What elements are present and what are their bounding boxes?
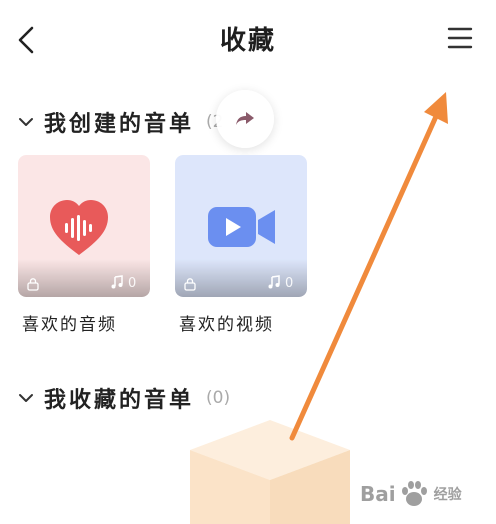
- section-collected-label: 我收藏的音单: [44, 388, 195, 413]
- section-created-label: 我创建的音单: [44, 112, 195, 137]
- playlist-card-liked-audio[interactable]: 0: [18, 155, 150, 297]
- lock-icon: [27, 278, 39, 291]
- video-camera-icon: [207, 203, 277, 251]
- playlist-track-count: 0: [285, 276, 294, 291]
- chevron-down-icon: [16, 388, 36, 408]
- playlist-title-liked-audio[interactable]: 喜欢的音频: [22, 310, 117, 335]
- playlist-cover: 0: [18, 155, 150, 297]
- top-bar: 收藏: [0, 0, 496, 80]
- watermark-text: Bai: [360, 482, 396, 506]
- music-note-icon: [111, 275, 123, 289]
- chevron-down-icon: [16, 112, 36, 132]
- baidu-watermark: Bai 经验: [360, 474, 462, 514]
- paw-logo-icon: [401, 481, 427, 506]
- music-note-icon: [268, 275, 280, 289]
- section-created-playlists[interactable]: 我创建的音单 (2: [16, 106, 223, 138]
- share-bubble[interactable]: [216, 90, 274, 148]
- empty-box-illustration: [190, 420, 350, 524]
- watermark-subtext: 经验: [433, 487, 462, 503]
- playlist-cover: 0: [175, 155, 307, 297]
- page-title: 收藏: [219, 26, 276, 56]
- menu-button[interactable]: [444, 22, 476, 54]
- playlist-card-liked-video[interactable]: 0: [175, 155, 307, 297]
- share-arrow-icon: [236, 112, 254, 125]
- section-collected-playlists[interactable]: 我收藏的音单 (0): [16, 382, 230, 414]
- playlist-title-liked-video[interactable]: 喜欢的视频: [179, 310, 274, 335]
- playlist-track-count: 0: [128, 276, 137, 291]
- section-collected-count: (0): [206, 388, 231, 408]
- audio-heart-icon: [48, 199, 110, 257]
- hamburger-menu-icon: [447, 27, 473, 49]
- lock-icon: [184, 278, 196, 291]
